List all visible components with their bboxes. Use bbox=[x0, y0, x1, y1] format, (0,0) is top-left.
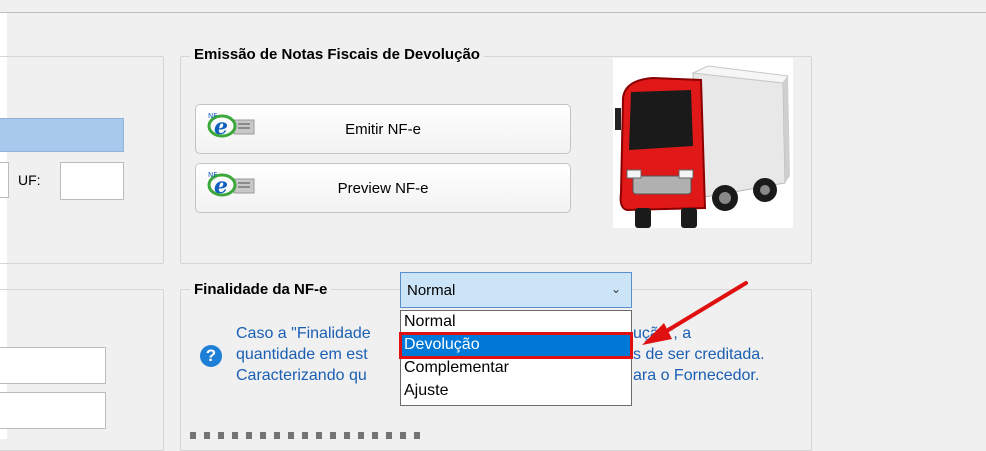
truck-icon bbox=[613, 58, 793, 228]
option-normal[interactable]: Normal bbox=[401, 311, 631, 334]
preview-nfe-button[interactable]: e NF Preview NF-e bbox=[195, 163, 571, 213]
option-complementar[interactable]: Complementar bbox=[401, 357, 631, 380]
help-line: quantidade em est bbox=[236, 346, 368, 363]
bottom-cutoff-shape bbox=[190, 432, 420, 439]
finalidade-dropdown-list[interactable]: Normal Devolução Complementar Ajuste bbox=[399, 310, 633, 406]
preview-nfe-label: Preview NF-e bbox=[337, 179, 429, 197]
svg-text:NF: NF bbox=[208, 112, 217, 120]
top-divider bbox=[0, 12, 986, 13]
svg-text:NF: NF bbox=[208, 171, 217, 179]
option-devolucao[interactable]: Devolução bbox=[399, 332, 633, 359]
emissao-title: Emissão de Notas Fiscais de Devolução bbox=[190, 46, 484, 63]
help-icon: ? bbox=[200, 345, 222, 367]
nfe-icon: e NF bbox=[207, 171, 255, 199]
emitir-nfe-button[interactable]: e NF Emitir NF-e bbox=[195, 104, 571, 154]
nfe-icon: e NF bbox=[207, 112, 255, 140]
left-groupbox-top bbox=[0, 56, 164, 264]
left-field-1[interactable] bbox=[0, 347, 106, 384]
uf-label: UF: bbox=[18, 172, 41, 188]
uf-field[interactable] bbox=[60, 162, 124, 200]
left-small-field[interactable] bbox=[0, 162, 9, 198]
finalidade-select[interactable]: Normal ⌄ bbox=[400, 272, 632, 308]
emitir-nfe-label: Emitir NF-e bbox=[345, 120, 421, 138]
annotation-arrow-icon bbox=[642, 281, 748, 345]
help-line: Caso a "Finalidade bbox=[236, 325, 371, 342]
help-line: Caracterizando qu bbox=[236, 367, 367, 384]
option-ajuste[interactable]: Ajuste bbox=[401, 380, 631, 403]
help-line: ara o Fornecedor. bbox=[633, 367, 760, 384]
finalidade-title: Finalidade da NF-e bbox=[190, 281, 332, 298]
left-blue-field[interactable] bbox=[0, 118, 124, 152]
left-field-2[interactable] bbox=[0, 392, 106, 429]
help-text-left: Caso a "Finalidade quantidade em est Car… bbox=[236, 323, 371, 386]
finalidade-selected: Normal bbox=[407, 281, 456, 299]
